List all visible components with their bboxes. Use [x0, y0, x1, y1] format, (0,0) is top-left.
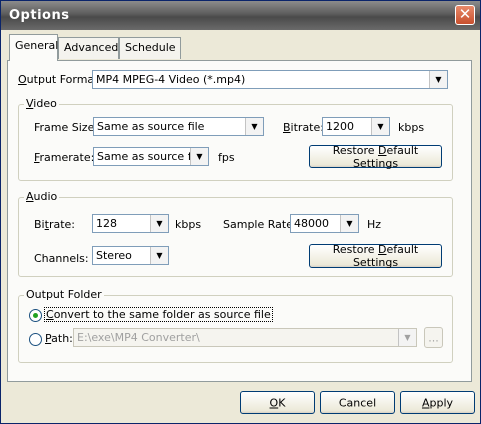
tab-advanced-label: Advanced	[64, 41, 119, 54]
video-bitrate-unit: kbps	[398, 121, 425, 134]
audio-restore-defaults-button[interactable]: Restore Default Settings	[309, 243, 442, 269]
audio-bitrate-label: Bitrate:	[34, 218, 75, 231]
browse-button[interactable]: ...	[424, 327, 443, 348]
chevron-down-icon: ▼	[398, 329, 416, 346]
output-format-label: Output Format:	[18, 73, 103, 86]
chevron-down-icon: ▼	[150, 215, 168, 232]
video-bitrate-select[interactable]: 1200 ▼	[322, 117, 390, 136]
audio-restore-defaults-label: Restore Default Settings	[332, 243, 419, 269]
sample-rate-label: Sample Rate:	[223, 218, 297, 231]
tab-schedule-label: Schedule	[125, 41, 176, 54]
channels-label: Channels:	[34, 252, 89, 265]
output-folder-group-label: Output Folder	[24, 288, 104, 301]
cancel-label: Cancel	[338, 396, 377, 409]
same-folder-label[interactable]: Convert to the same folder as source fil…	[44, 307, 273, 322]
apply-button[interactable]: Apply	[400, 391, 475, 414]
audio-bitrate-select[interactable]: 128 ▼	[92, 214, 169, 233]
apply-label: Apply	[421, 396, 454, 409]
frame-size-value: Same as source file	[97, 120, 205, 133]
framerate-unit: fps	[218, 151, 235, 164]
close-button[interactable]: ✕	[455, 5, 475, 25]
sample-rate-unit: Hz	[367, 218, 382, 231]
video-bitrate-value: 1200	[326, 120, 354, 133]
video-group-label: Video	[24, 97, 59, 110]
chevron-down-icon: ▼	[371, 118, 389, 135]
channels-value: Stereo	[96, 249, 132, 262]
channels-select[interactable]: Stereo ▼	[92, 246, 169, 265]
output-format-select[interactable]: MP4 MPEG-4 Video (*.mp4) ▼	[92, 70, 448, 89]
chevron-down-icon: ▼	[150, 247, 168, 264]
chevron-down-icon: ▼	[245, 118, 263, 135]
tab-advanced[interactable]: Advanced	[58, 37, 119, 59]
chevron-down-icon: ▼	[340, 215, 358, 232]
framerate-select[interactable]: Same as source file ▼	[93, 147, 209, 166]
sample-rate-select[interactable]: 48000 ▼	[290, 214, 359, 233]
path-label: Path:	[45, 332, 73, 345]
path-select[interactable]: E:\exe\MP4 Converter\ ▼	[73, 328, 417, 347]
window-title: Options	[9, 8, 70, 23]
frame-size-label: Frame Size:	[34, 121, 99, 134]
chevron-down-icon: ▼	[190, 148, 208, 165]
custom-path-radio[interactable]	[29, 333, 42, 346]
radio-selected-dot	[33, 313, 38, 318]
video-restore-defaults-button[interactable]: Restore Default Settings	[309, 143, 442, 170]
framerate-label: Framerate:	[34, 151, 95, 164]
ok-button[interactable]: OK	[240, 391, 315, 414]
same-folder-radio[interactable]	[29, 309, 42, 322]
chevron-down-icon: ▼	[429, 71, 447, 88]
video-restore-defaults-label: Restore Default Settings	[332, 143, 419, 170]
output-format-value: MP4 MPEG-4 Video (*.mp4)	[96, 73, 246, 86]
title-bar[interactable]: Options	[1, 1, 480, 30]
tab-general-label: General	[15, 39, 59, 52]
browse-label: ...	[428, 331, 439, 344]
audio-bitrate-value: 128	[96, 217, 117, 230]
audio-bitrate-unit: kbps	[175, 218, 202, 231]
ok-label: OK	[269, 396, 286, 409]
tab-general[interactable]: General	[9, 34, 58, 61]
tab-schedule[interactable]: Schedule	[119, 37, 181, 59]
audio-group-label: Audio	[24, 190, 60, 203]
close-icon: ✕	[458, 5, 472, 23]
cancel-button[interactable]: Cancel	[320, 391, 395, 414]
frame-size-select[interactable]: Same as source file ▼	[93, 117, 264, 136]
framerate-value: Same as source file	[97, 150, 205, 163]
path-value: E:\exe\MP4 Converter\	[77, 331, 200, 344]
sample-rate-value: 48000	[294, 217, 329, 230]
video-bitrate-label: Bitrate:	[283, 121, 324, 134]
